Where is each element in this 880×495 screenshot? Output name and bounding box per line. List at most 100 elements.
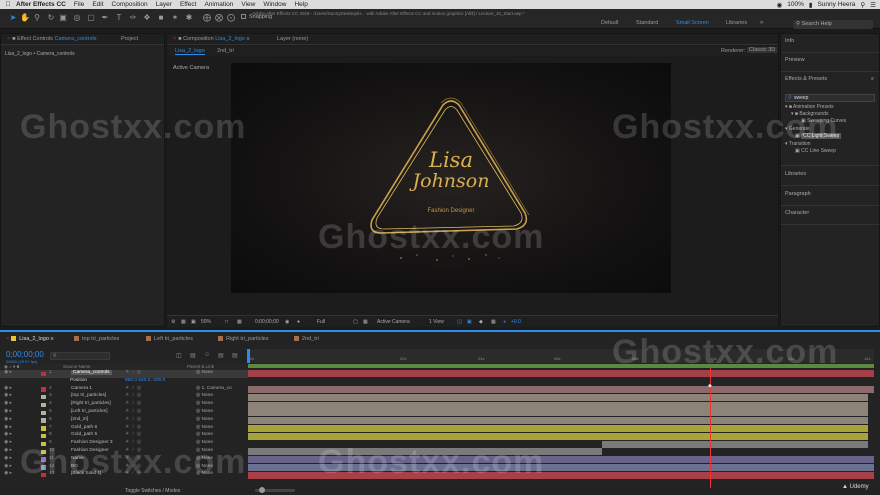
search-icon[interactable]: ⚲ — [860, 1, 865, 9]
visibility-toggle-icon[interactable]: ◉ ▸ — [4, 456, 12, 461]
label-color-swatch[interactable] — [41, 402, 46, 408]
menu-view[interactable]: View — [241, 1, 255, 8]
tab-effect-controls[interactable]: × ■ Effect Controls Camera_controls — [7, 36, 96, 42]
clone-tool-icon[interactable]: ❖ — [142, 13, 152, 23]
apple-icon[interactable]:  — [0, 1, 16, 8]
layer-name[interactable]: [Right tri_particles] — [71, 401, 111, 406]
paragraph-panel-header[interactable]: Paragraph — [785, 191, 811, 197]
menu-effect[interactable]: Effect — [180, 1, 197, 8]
parent-link-header[interactable]: Parent & Link — [187, 364, 214, 369]
layer-duration-bar[interactable] — [248, 417, 868, 425]
effects-search-input[interactable]: ⚲ sweep — [785, 94, 875, 102]
character-panel-header[interactable]: Character — [785, 210, 809, 216]
graph-editor-icon[interactable]: ▤ — [232, 352, 238, 359]
visibility-toggle-icon[interactable]: ◉ ▸ — [4, 440, 12, 445]
menu-composition[interactable]: Composition — [112, 1, 148, 8]
label-color-swatch[interactable] — [41, 433, 46, 439]
timeline-timecode[interactable]: 0;00;00;00 — [6, 350, 44, 359]
composition-canvas[interactable]: Lisa Johnson Fashion Designer — [231, 63, 671, 293]
draft-3d-switch-icon[interactable]: ▤ — [190, 352, 196, 359]
workspace-small-screen[interactable]: Small Screen — [676, 20, 709, 26]
search-help-input[interactable]: ⚲ Search Help — [793, 20, 873, 29]
label-color-swatch[interactable] — [41, 371, 46, 376]
world-axis-icon[interactable]: ⨂ — [214, 13, 224, 23]
visibility-toggle-icon[interactable]: ◉ ▸ — [4, 393, 12, 398]
label-color-swatch[interactable] — [41, 410, 46, 415]
zoom-slider-thumb[interactable] — [259, 487, 265, 493]
visibility-toggle-icon[interactable]: ◉ ▸ — [4, 370, 12, 375]
region-icon[interactable]: ▣ — [191, 319, 196, 325]
layer-name[interactable]: Gold_path 5 — [71, 432, 97, 437]
user-name[interactable]: Sunny Heera — [817, 1, 855, 8]
battery-icon[interactable]: ▮ — [809, 1, 813, 9]
parent-dropdown[interactable]: ◎ None — [196, 432, 213, 437]
current-time-display[interactable]: 0;00;00;00 — [255, 319, 279, 325]
app-menu[interactable]: After Effects CC — [16, 1, 66, 8]
puppet-tool-icon[interactable]: ✱ — [184, 13, 194, 23]
camera-tool-icon[interactable]: ▣ — [58, 13, 68, 23]
visibility-toggle-icon[interactable]: ◉ ▸ — [4, 386, 12, 391]
exposure-value[interactable]: +0.0 — [511, 319, 521, 325]
layer-name[interactable]: [Left tri_particles] — [71, 409, 108, 414]
toggle-switches-modes[interactable]: Toggle Switches / Modes — [125, 488, 180, 494]
pen-tool-icon[interactable]: ✒ — [100, 13, 110, 23]
tab-project[interactable]: Project — [121, 36, 138, 42]
parent-dropdown[interactable]: ◎ None — [196, 370, 213, 375]
workspace-default[interactable]: Default — [601, 20, 618, 26]
timeline-tab-right-tri[interactable]: Right tri_particles — [218, 336, 269, 342]
shy-switch-icon[interactable]: ☺ — [204, 352, 210, 358]
preview-panel-header[interactable]: Preview — [785, 57, 805, 63]
timeline-tab-top-tri[interactable]: top tri_particles — [74, 336, 119, 342]
menu-window[interactable]: Window — [263, 1, 286, 8]
parent-dropdown[interactable]: ◎ None — [196, 401, 213, 406]
flowchart-icon[interactable]: ◆ — [479, 319, 483, 325]
resolution-dropdown[interactable]: Full — [317, 319, 325, 325]
always-preview-icon[interactable]: ⚙ — [171, 319, 175, 325]
visibility-toggle-icon[interactable]: ◉ ▸ — [4, 448, 12, 453]
layer-switches[interactable]: ☀ ∕ ◎ — [125, 425, 142, 430]
layer-name[interactable]: Camera_controls — [71, 370, 112, 375]
reset-exposure-icon[interactable]: ◕ — [503, 319, 506, 325]
parent-dropdown[interactable]: ◎ None — [196, 417, 213, 422]
visibility-toggle-icon[interactable]: ◉ ▸ — [4, 432, 12, 437]
visibility-toggle-icon[interactable]: ◉ ▸ — [4, 409, 12, 414]
source-name-header[interactable]: Source Name — [63, 364, 91, 369]
effects-presets-header[interactable]: Effects & Presets — [785, 76, 827, 82]
workspace-more-icon[interactable]: » — [760, 20, 763, 26]
snapshot-icon[interactable]: ◉ — [285, 319, 289, 325]
visibility-toggle-icon[interactable]: ◉ ▸ — [4, 471, 12, 476]
subtab-2nd-tri[interactable]: 2nd_tri — [217, 48, 234, 54]
layer-switches[interactable]: ☀ ∕ ◎ — [125, 370, 142, 375]
hand-tool-icon[interactable]: ✋ — [20, 13, 30, 23]
keyframe-icon[interactable]: ◆ — [708, 383, 712, 389]
label-color-swatch[interactable] — [41, 418, 46, 423]
layer-switches[interactable]: ☀ ∕ ◎ — [125, 432, 142, 437]
info-panel-header[interactable]: Info — [785, 38, 794, 44]
fast-preview-icon[interactable]: ◲ — [457, 319, 462, 325]
layer-duration-bar[interactable] — [248, 425, 868, 432]
view-axis-icon[interactable]: ⨀ — [226, 13, 236, 23]
timeline-icon[interactable]: ▦ — [491, 319, 496, 325]
timeline-tab-left-tri[interactable]: Left tri_particles — [146, 336, 193, 342]
visibility-toggle-icon[interactable]: ◉ ▸ — [4, 425, 12, 430]
layer-row[interactable]: ◉ ▸ 4 [Right tri_particles] ☀ ∕ ◎ ◎ None — [0, 401, 248, 409]
grid-icon[interactable]: ▦ — [181, 319, 186, 325]
comp-mini-flowchart-icon[interactable]: ◫ — [176, 352, 182, 359]
selection-tool-icon[interactable]: ➤ — [8, 13, 18, 23]
layer-row[interactable]: ◉ ▸ 1 Camera_controls ☀ ∕ ◎ ◎ None — [0, 370, 248, 378]
layer-switches[interactable]: ☀ ∕ ◎ — [125, 393, 142, 398]
transparency-icon[interactable]: ▦ — [237, 319, 242, 325]
pan-behind-tool-icon[interactable]: ◎ — [72, 13, 82, 23]
mask-icon[interactable]: □ — [225, 319, 228, 325]
views-dropdown[interactable]: 1 View — [429, 319, 444, 325]
rectangle-tool-icon[interactable]: ▢ — [86, 13, 96, 23]
visibility-toggle-icon[interactable]: ◉ ▸ — [4, 417, 12, 422]
layer-duration-bar[interactable] — [248, 432, 868, 440]
rotate-tool-icon[interactable]: ↻ — [46, 13, 56, 23]
frame-blend-switch-icon[interactable]: ▤ — [218, 352, 224, 359]
layer-property-row[interactable]: Position 960.0,540.0,-300.0 — [0, 378, 248, 386]
roto-tool-icon[interactable]: ✶ — [170, 13, 180, 23]
panel-menu-icon[interactable]: ≡ — [871, 76, 874, 82]
parent-dropdown[interactable]: ◎ None — [196, 425, 213, 430]
layer-name[interactable]: Camera 1 — [71, 386, 92, 391]
